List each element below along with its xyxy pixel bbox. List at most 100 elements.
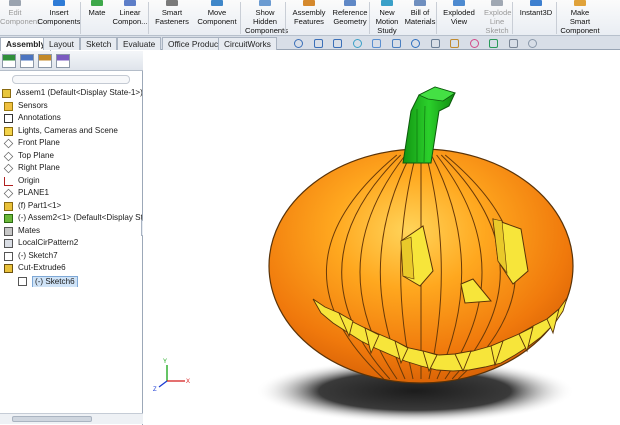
feature-tree-label: Right Plane (18, 163, 60, 172)
feature-tree-item[interactable]: Sensors (2, 100, 142, 113)
ribbon-button-smart[interactable]: Smart Fasteners (153, 0, 191, 36)
ribbon-button-label: Edit Component (0, 8, 40, 26)
svg-text:X: X (186, 379, 190, 385)
ribbon-button-icon (211, 0, 223, 6)
zoom-to-fit-icon[interactable] (294, 39, 303, 48)
view-settings-icon[interactable] (508, 39, 518, 48)
feature-tree-label: (-) Sketch7 (18, 250, 58, 260)
ribbon-button-move[interactable]: Move Component (195, 0, 239, 36)
dim-xpert-icon[interactable] (56, 54, 70, 68)
tab-sketch[interactable]: Sketch (80, 37, 118, 50)
feature-tree-label: Front Plane (18, 138, 60, 147)
svg-text:Z: Z (153, 387, 157, 393)
zoom-to-area-icon[interactable] (313, 39, 323, 48)
feature-filter-input[interactable] (12, 75, 130, 84)
sensors-icon (4, 101, 13, 111)
graphics-area[interactable]: Y X Z (143, 51, 620, 425)
annotations-icon (4, 114, 13, 123)
feature-tree-item[interactable]: (-) Assem2<1> (Default<Display Sta (2, 212, 142, 225)
ribbon-button-icon (303, 0, 315, 6)
ribbon-button-icon (259, 0, 271, 6)
feature-tree-label: (f) Part1<1> (18, 200, 62, 210)
feature-tree-item[interactable]: (-) Sketch6 (2, 275, 142, 287)
ribbon-button-mate[interactable]: Mate (86, 0, 108, 36)
ribbon-button-reference[interactable]: Reference Geometry (330, 0, 370, 36)
ribbon-button-icon (381, 0, 393, 6)
feature-tree-item[interactable]: Origin (2, 175, 142, 188)
ribbon-button-new[interactable]: New Motion Study (374, 0, 400, 36)
edit-appearance-icon[interactable] (469, 39, 479, 48)
subassembly-icon (4, 214, 13, 223)
feature-tree-item[interactable]: Top Plane (2, 150, 142, 163)
feature-tree-label: LocalCirPattern2 (18, 238, 79, 247)
feature-tree-label: Origin (18, 175, 40, 185)
feature-tree-item[interactable]: Right Plane (2, 162, 142, 175)
feature-tree-item[interactable]: Annotations (2, 112, 142, 125)
part-icon (4, 201, 13, 211)
tab-layout[interactable]: Layout (43, 37, 80, 50)
tab-circuitworks[interactable]: CircuitWorks (218, 37, 277, 50)
feature-tree-label: PLANE1 (18, 188, 50, 197)
tab-evaluate[interactable]: Evaluate (117, 37, 162, 50)
coordinate-triad: Y X Z (153, 359, 190, 393)
feature-tree-item[interactable]: Lights, Cameras and Scene (2, 125, 142, 138)
feature-tree-item[interactable]: (-) Sketch7 (2, 250, 142, 263)
ribbon-separator (436, 2, 437, 34)
feature-tree-item[interactable]: (f) Part1<1> (2, 200, 142, 213)
sketch-icon (18, 276, 27, 286)
apply-scene-icon[interactable] (489, 39, 498, 48)
configuration-manager-icon[interactable] (38, 54, 52, 68)
ribbon-button-assembly[interactable]: Assembly Features (290, 0, 328, 36)
ribbon-button-icon (166, 0, 178, 6)
ribbon-button-icon (530, 0, 542, 6)
feature-manager-panel: Assem1 (Default<Display State-1>) Sensors… (0, 51, 143, 425)
feature-tree-item[interactable]: PLANE1 (2, 187, 142, 200)
ribbon-separator (369, 2, 370, 34)
ribbon-button-explode[interactable]: Explode Line Sketch (484, 0, 511, 36)
feature-tree-label: Assem1 (Default<Display State-1>) (16, 88, 142, 97)
command-manager-ribbon: Edit Component Insert Components Mate Linea… (0, 0, 620, 36)
ribbon-button-label: Show Hidden Components (245, 8, 289, 35)
ribbon-button-bill-of[interactable]: Bill of Materials (404, 0, 436, 36)
svg-text:Y: Y (163, 359, 167, 365)
ribbon-button-icon (344, 0, 356, 6)
ribbon-button-insert[interactable]: Insert Components (36, 0, 82, 36)
feature-tree-item[interactable]: Cut-Extrude6 (2, 262, 142, 275)
ribbon-button-label: Smart Fasteners (155, 8, 189, 26)
feature-tree-item[interactable]: LocalCirPattern2 (2, 237, 142, 250)
ribbon-button-label: Instant3D (519, 8, 553, 17)
plane-icon (3, 188, 14, 199)
previous-view-icon[interactable] (333, 39, 342, 48)
cut-extrude-icon (4, 264, 13, 273)
plane-icon (3, 138, 14, 149)
feature-manager-icon[interactable] (2, 54, 16, 68)
ribbon-separator (285, 2, 286, 34)
hide-show-items-icon[interactable] (450, 39, 459, 48)
view-orientation-icon[interactable] (411, 39, 420, 48)
ribbon-button-label: Mate (88, 8, 106, 17)
feature-tree-item[interactable]: Assem1 (Default<Display State-1>) (2, 87, 142, 100)
rotate-view-icon[interactable] (372, 39, 381, 48)
pan-icon[interactable] (391, 39, 401, 48)
feature-tree-item[interactable]: Mates (2, 225, 142, 238)
ribbon-button-exploded[interactable]: Exploded View (441, 0, 477, 36)
ribbon-button-instant3d[interactable]: Instant3D (516, 0, 556, 36)
help-icon[interactable] (528, 39, 537, 48)
pattern-icon (4, 239, 13, 248)
ribbon-button-make[interactable]: Make Smart Component (560, 0, 600, 36)
ribbon-button-icon (124, 0, 136, 6)
ribbon-button-show[interactable]: Show Hidden Components (245, 0, 289, 36)
model-view[interactable]: Y X Z (143, 51, 620, 425)
horizontal-scrollbar[interactable] (0, 413, 143, 424)
panel-tabs (0, 51, 143, 71)
ribbon-button-edit[interactable]: Edit Component (0, 0, 39, 36)
ribbon-button-linear[interactable]: Linear Compon... (112, 0, 148, 36)
section-view-icon[interactable] (352, 39, 362, 48)
display-style-icon[interactable] (430, 39, 440, 48)
property-manager-icon[interactable] (20, 54, 34, 68)
scrollbar-thumb[interactable] (12, 416, 92, 422)
ribbon-button-label: Bill of Materials (404, 8, 436, 26)
origin-icon (4, 176, 13, 186)
feature-tree-item[interactable]: Front Plane (2, 137, 142, 150)
ribbon-button-label: Move Component (197, 8, 237, 26)
